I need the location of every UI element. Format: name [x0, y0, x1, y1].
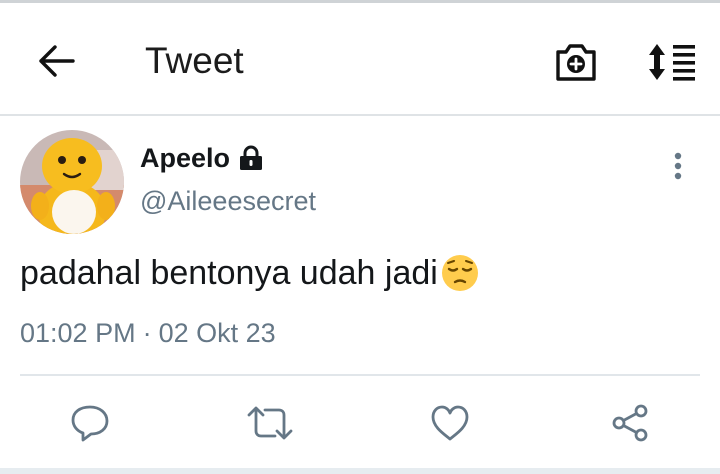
- bottom-edge: [0, 468, 720, 474]
- reply-button[interactable]: [60, 395, 120, 451]
- like-icon: [431, 405, 469, 441]
- camera-button[interactable]: [550, 37, 602, 87]
- user-handle[interactable]: @Aileeesecret: [140, 186, 316, 217]
- retweet-icon: [247, 406, 293, 440]
- pensive-face-emoji: [440, 253, 480, 293]
- reply-icon: [71, 405, 109, 442]
- tweet-body: padahal bentonya udah jadi: [20, 254, 438, 292]
- lock-icon: [238, 145, 264, 171]
- camera-add-icon: [556, 44, 596, 81]
- avatar[interactable]: [20, 130, 124, 234]
- retweet-button[interactable]: [240, 395, 300, 451]
- timestamp-separator: ·: [142, 318, 152, 348]
- more-vertical-icon: [674, 152, 682, 180]
- header-divider: [0, 114, 720, 116]
- page-title: Tweet: [145, 40, 244, 81]
- back-button[interactable]: [32, 37, 80, 85]
- display-name[interactable]: Apeelo: [140, 143, 230, 174]
- tweet-date: 02 Okt 23: [158, 318, 276, 348]
- tweet-actions: [0, 395, 720, 455]
- sort-button[interactable]: [644, 37, 700, 87]
- tweet-time: 01:02 PM: [20, 318, 136, 348]
- back-arrow-icon: [39, 45, 75, 77]
- share-icon: [612, 404, 648, 442]
- tweet-timestamp: 01:02 PM · 02 Okt 23: [20, 318, 276, 349]
- tweet-text: padahal bentonya udah jadi: [20, 250, 480, 296]
- actions-divider: [20, 374, 700, 376]
- author-name-row[interactable]: Apeelo: [140, 140, 264, 176]
- avatar-image: [20, 130, 124, 234]
- more-options-button[interactable]: [660, 146, 696, 186]
- sort-list-icon: [649, 44, 695, 81]
- like-button[interactable]: [420, 395, 480, 451]
- share-button[interactable]: [600, 395, 660, 451]
- app-header: Tweet: [0, 3, 720, 114]
